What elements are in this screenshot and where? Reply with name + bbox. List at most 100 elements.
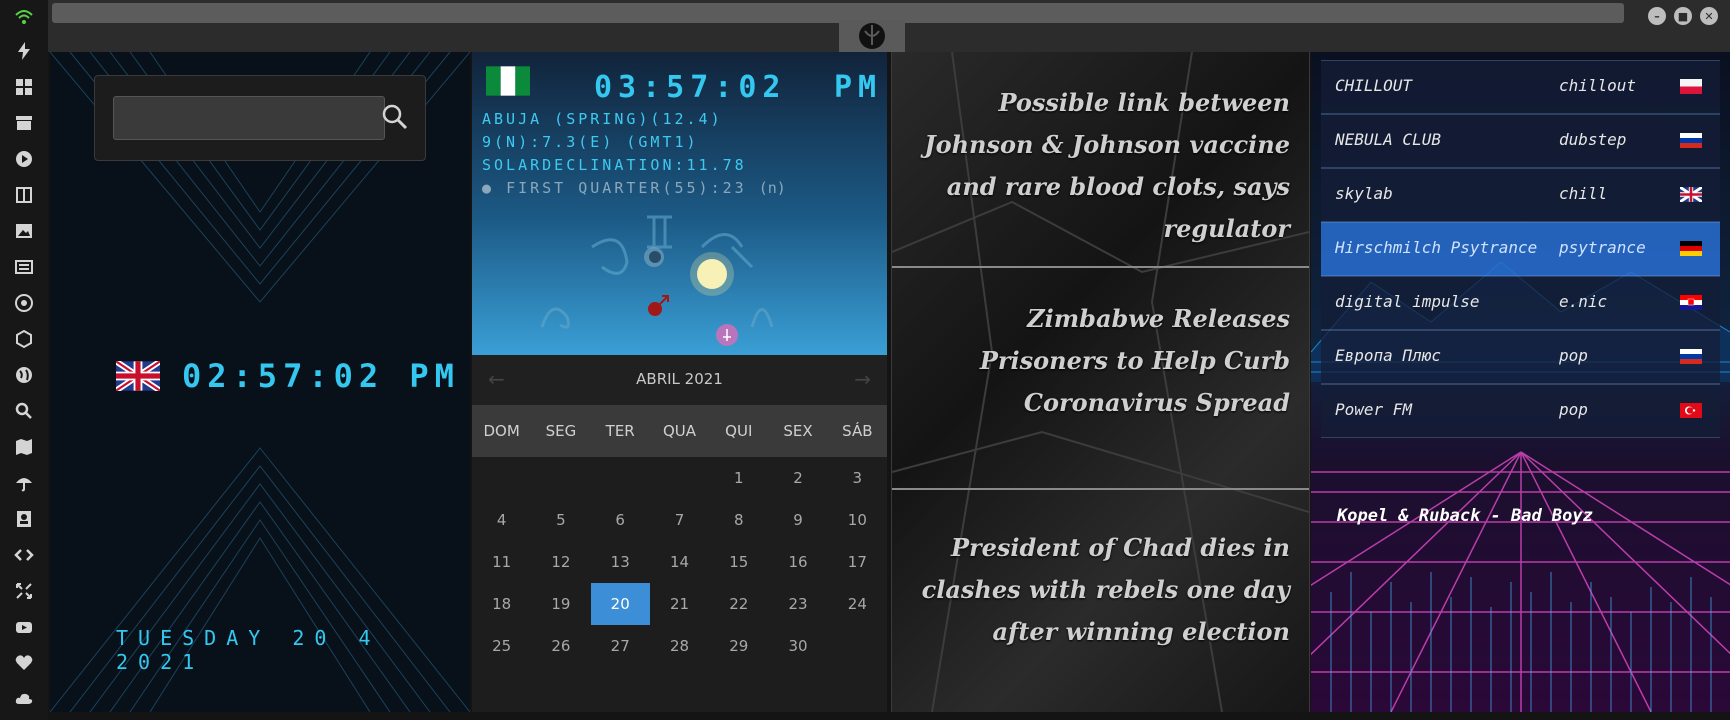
news-separator <box>892 488 1309 490</box>
heart-icon[interactable] <box>12 652 36 674</box>
search-button[interactable] <box>380 102 410 132</box>
newspaper-icon[interactable] <box>12 256 36 278</box>
wifi-icon[interactable] <box>12 6 36 28</box>
station-genre: dubstep <box>1559 130 1627 149</box>
maximize-button[interactable]: ■ <box>1674 7 1692 25</box>
image-icon[interactable] <box>12 220 36 242</box>
calendar-day[interactable]: 18 <box>472 583 531 625</box>
news-headline[interactable]: President of Chad dies in clashes with r… <box>910 527 1290 653</box>
calendar-day[interactable]: 10 <box>828 499 887 541</box>
venus-icon <box>716 324 738 346</box>
map-icon[interactable] <box>12 436 36 458</box>
calendar-day-today[interactable]: 20 <box>590 583 650 625</box>
calendar-week-row: 18 19 20 21 22 23 24 <box>472 583 887 625</box>
calendar-day[interactable]: 19 <box>531 583 590 625</box>
news-headline[interactable]: Possible link between Johnson & Johnson … <box>910 82 1290 250</box>
archive-icon[interactable] <box>12 112 36 134</box>
radio-station[interactable]: skylab chill <box>1321 168 1720 222</box>
station-genre: psytrance <box>1559 238 1646 257</box>
calendar-day[interactable]: 8 <box>709 499 768 541</box>
radio-panel: CHILLOUT chillout NEBULA CLUB dubstep sk… <box>1311 52 1730 712</box>
uk-flag-icon <box>1680 187 1702 202</box>
code-icon[interactable] <box>12 544 36 566</box>
calendar-day[interactable]: 12 <box>531 541 590 583</box>
calendar-day[interactable]: 28 <box>650 625 709 667</box>
next-month-button[interactable]: → <box>854 367 871 391</box>
calendar-day[interactable]: 1 <box>709 457 768 499</box>
calendar-day[interactable]: 9 <box>768 499 827 541</box>
globe-icon[interactable] <box>12 364 36 386</box>
play-icon[interactable] <box>12 148 36 170</box>
station-genre: pop <box>1559 346 1588 365</box>
moon-phase-text: FIRST QUARTER(55):23 <box>506 179 747 197</box>
station-name: Европа Плюс <box>1335 346 1441 365</box>
youtube-icon[interactable] <box>12 616 36 638</box>
weekday-label: TER <box>605 422 635 440</box>
search-icon[interactable] <box>12 400 36 422</box>
calendar-week-row: 123 <box>472 457 887 499</box>
search-input[interactable] <box>113 96 385 140</box>
calendar-day[interactable]: 26 <box>531 625 590 667</box>
radio-station[interactable]: CHILLOUT chillout <box>1321 60 1720 114</box>
calendar-day[interactable]: 4 <box>472 499 531 541</box>
calendar-day[interactable]: 30 <box>768 625 827 667</box>
radio-station[interactable]: Европа Плюс pop <box>1321 330 1720 384</box>
radio-station[interactable]: NEBULA CLUB dubstep <box>1321 114 1720 168</box>
germany-flag-icon <box>1680 241 1702 256</box>
calendar-day[interactable]: 29 <box>709 625 768 667</box>
news-panel: Possible link between Johnson & Johnson … <box>891 52 1310 712</box>
solar-declination: SOLARDECLINATION:11.78 <box>482 156 747 174</box>
calendar-day[interactable]: 17 <box>828 541 887 583</box>
station-genre: chill <box>1559 184 1608 203</box>
windows-icon[interactable] <box>12 76 36 98</box>
calendar-day[interactable]: 15 <box>709 541 768 583</box>
calendar-day[interactable]: 11 <box>472 541 531 583</box>
poland-flag-icon <box>1680 79 1702 94</box>
croatia-flag-icon <box>1680 295 1702 310</box>
station-genre: pop <box>1559 400 1588 419</box>
calendar-day[interactable]: 14 <box>650 541 709 583</box>
calendar-nav: ← ABRIL 2021 → <box>472 355 887 405</box>
calendar-day[interactable]: 23 <box>768 583 827 625</box>
calendar-day[interactable]: 22 <box>709 583 768 625</box>
radio-station-active[interactable]: Hirschmilch Psytrance psytrance <box>1321 222 1720 276</box>
book-icon[interactable] <box>12 184 36 206</box>
rebel-emblem-icon[interactable] <box>839 20 905 52</box>
moon-phase: ● FIRST QUARTER(55):23 (n) <box>482 179 786 197</box>
russia-flag-icon <box>1680 349 1702 364</box>
calendar-day[interactable]: 16 <box>768 541 827 583</box>
bolt-icon[interactable] <box>12 40 36 62</box>
cloud-icon[interactable] <box>12 688 36 710</box>
close-button[interactable]: ✕ <box>1700 7 1718 25</box>
calendar-day[interactable]: 27 <box>591 625 650 667</box>
calendar-week-row: 11 12 13 14 15 16 17 <box>472 541 887 583</box>
calendar-day[interactable]: 3 <box>828 457 887 499</box>
radio-station[interactable]: Power FM pop <box>1321 384 1720 438</box>
calendar-day[interactable]: 21 <box>650 583 709 625</box>
umbrella-icon[interactable] <box>12 472 36 494</box>
calendar-day[interactable]: 2 <box>768 457 827 499</box>
search-icon <box>382 104 408 130</box>
calendar-day[interactable]: 13 <box>591 541 650 583</box>
zodiac-decoration <box>540 215 774 346</box>
contact-icon[interactable] <box>12 508 36 530</box>
weekday-label: SEG <box>545 422 577 440</box>
now-playing: Kopel & Ruback - Bad Boyz <box>1337 506 1593 526</box>
react-icon[interactable] <box>12 292 36 314</box>
hexagon-icon[interactable] <box>12 328 36 350</box>
calendar-day[interactable]: 6 <box>591 499 650 541</box>
calendar-day[interactable]: 7 <box>650 499 709 541</box>
station-genre: chillout <box>1559 76 1637 95</box>
title-strip[interactable] <box>52 3 1624 23</box>
calendar-day[interactable]: 24 <box>828 583 887 625</box>
news-headline[interactable]: Zimbabwe Releases Prisoners to Help Curb… <box>910 298 1290 424</box>
expand-icon[interactable] <box>12 580 36 602</box>
calendar-day[interactable]: 25 <box>472 625 531 667</box>
calendar-day[interactable]: 5 <box>531 499 590 541</box>
clock-calendar-panel: 03:57:02 PM ABUJA (SPRING)(12.4) 9(N):7.… <box>472 52 887 712</box>
minimize-button[interactable]: – <box>1648 7 1666 25</box>
nigeria-flag-icon <box>486 66 530 96</box>
weekday-label: DOM <box>483 422 520 440</box>
radio-station[interactable]: digital impulse e.nic <box>1321 276 1720 330</box>
uk-time: 02:57:02 PM <box>182 357 460 395</box>
